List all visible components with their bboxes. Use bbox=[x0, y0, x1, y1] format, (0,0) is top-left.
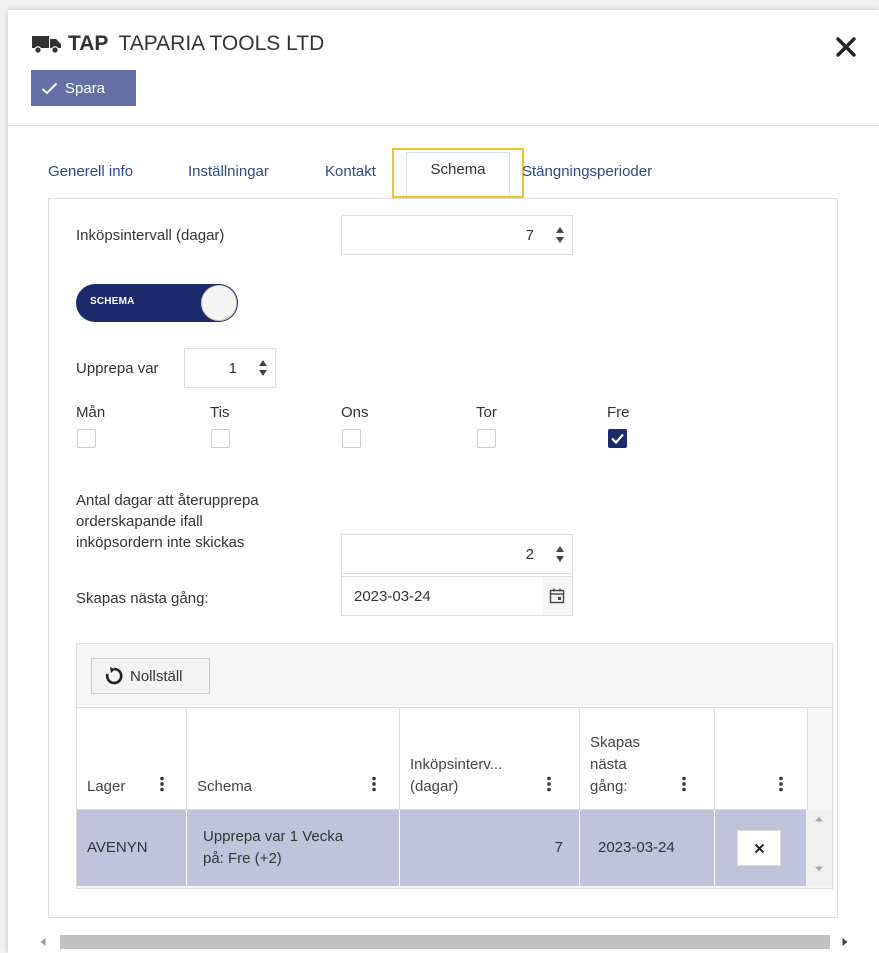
repeat-spinner[interactable] bbox=[249, 349, 275, 387]
grid-toolbar: Nollställ bbox=[77, 644, 832, 708]
retry-value: 2 bbox=[525, 545, 534, 563]
cell-next-date: 2023-03-24 bbox=[580, 810, 715, 886]
column-header-interval[interactable]: Inköpsinterv... (dagar) bbox=[400, 708, 580, 810]
day-label-fri: Fre bbox=[607, 404, 630, 421]
day-label-mon: Mån bbox=[76, 404, 106, 421]
checkbox-fri[interactable] bbox=[608, 429, 627, 448]
save-button-label: Spara bbox=[65, 79, 106, 97]
schedule-toggle-label: SCHEMA bbox=[90, 296, 135, 307]
day-label-tue: Tis bbox=[210, 404, 230, 421]
repeat-value: 1 bbox=[228, 359, 237, 377]
supplier-dialog: TAP TAPARIA TOOLS LTD Spara Generell inf… bbox=[8, 10, 879, 953]
supplier-code: TAP bbox=[68, 32, 109, 55]
schedule-toggle[interactable]: SCHEMA bbox=[76, 284, 238, 322]
tab-closing-periods[interactable]: Stängningsperioder bbox=[522, 158, 652, 198]
column-label-next-date-line-3: gång: bbox=[590, 778, 628, 795]
scroll-up-icon bbox=[815, 816, 823, 822]
cell-schedule: Upprepa var 1 Vecka på: Fre (+2) bbox=[187, 810, 400, 886]
day-label-wed: Ons bbox=[341, 404, 369, 421]
column-label-next-date-line-1: Skapas bbox=[590, 734, 641, 751]
truck-icon bbox=[32, 36, 61, 54]
retry-label-line-1: Antal dagar att återupprepa bbox=[76, 492, 259, 509]
reset-button-label: Nollställ bbox=[130, 667, 183, 685]
checkbox-tue[interactable] bbox=[211, 429, 230, 448]
column-menu-icon[interactable] bbox=[546, 776, 552, 792]
checkmark-icon bbox=[41, 82, 58, 94]
interval-label: Inköpsintervall (dagar) bbox=[76, 227, 225, 244]
tab-settings[interactable]: Inställningar bbox=[188, 158, 269, 198]
spin-arrows-icon bbox=[555, 546, 564, 562]
retry-spinner[interactable] bbox=[546, 535, 572, 573]
column-header-actions[interactable] bbox=[715, 708, 808, 810]
retry-label: Antal dagar att återupprepa orderskapand… bbox=[76, 490, 259, 553]
scroll-left-icon bbox=[40, 938, 46, 946]
cell-warehouse: AVENYN bbox=[77, 810, 187, 886]
tab-contact[interactable]: Kontakt bbox=[325, 158, 376, 198]
schedule-grid: Nollställ Lager Schema Inköpsinterv... (… bbox=[76, 643, 833, 889]
retry-label-line-3: inköpsordern inte skickas bbox=[76, 534, 245, 551]
table-row[interactable]: AVENYN Upprepa var 1 Vecka på: Fre (+2) … bbox=[77, 810, 808, 886]
column-label-schedule: Schema bbox=[197, 778, 253, 795]
column-menu-icon[interactable] bbox=[778, 776, 784, 792]
save-button[interactable]: Spara bbox=[31, 70, 136, 106]
dialog-header: TAP TAPARIA TOOLS LTD Spara bbox=[8, 10, 879, 126]
close-icon[interactable] bbox=[835, 36, 857, 58]
column-label-interval: Inköpsinterv... (dagar) bbox=[410, 754, 502, 798]
calendar-button[interactable] bbox=[542, 577, 572, 615]
day-label-thu: Tor bbox=[476, 404, 497, 421]
checkmark-icon bbox=[611, 433, 624, 445]
checkbox-thu[interactable] bbox=[477, 429, 496, 448]
interval-value: 7 bbox=[525, 226, 534, 244]
next-date-value: 2023-03-24 bbox=[354, 587, 431, 605]
column-label-warehouse: Lager bbox=[87, 778, 126, 795]
column-menu-icon[interactable] bbox=[681, 776, 687, 792]
repeat-input[interactable]: 1 bbox=[184, 348, 276, 388]
dialog-title: TAP TAPARIA TOOLS LTD bbox=[32, 32, 324, 56]
horizontal-scroll-thumb[interactable] bbox=[60, 935, 830, 949]
column-menu-icon[interactable] bbox=[159, 776, 165, 792]
spin-arrows-icon bbox=[555, 227, 564, 243]
column-label-interval-line-1: Inköpsinterv... bbox=[410, 756, 503, 773]
schedule-panel: Inköpsintervall (dagar) 7 SCHEMA Upprepa… bbox=[48, 198, 838, 918]
retry-input[interactable]: 2 bbox=[341, 534, 573, 574]
delete-row-button[interactable] bbox=[737, 830, 781, 866]
cell-schedule-line-1: Upprepa var 1 Vecka bbox=[203, 828, 344, 845]
supplier-name: TAPARIA TOOLS LTD bbox=[118, 32, 325, 55]
toggle-knob bbox=[201, 285, 237, 321]
column-header-next-date[interactable]: Skapas nästa gång: bbox=[580, 708, 715, 810]
column-menu-icon[interactable] bbox=[371, 776, 377, 792]
retry-label-line-2: orderskapande ifall bbox=[76, 513, 203, 530]
cell-interval: 7 bbox=[400, 810, 580, 886]
tab-bar: Generell info Inställningar Kontakt Sche… bbox=[48, 148, 838, 198]
column-header-schedule[interactable]: Schema bbox=[187, 708, 400, 810]
horizontal-scrollbar[interactable] bbox=[32, 931, 848, 953]
column-label-next-date-line-2: nästa bbox=[590, 756, 627, 773]
grid-vertical-scrollbar[interactable] bbox=[806, 810, 832, 886]
next-date-input[interactable]: 2023-03-24 bbox=[341, 576, 573, 616]
tab-schedule[interactable]: Schema bbox=[392, 148, 524, 198]
close-icon bbox=[754, 843, 764, 853]
repeat-label: Upprepa var bbox=[76, 360, 159, 377]
reset-icon bbox=[105, 667, 123, 685]
scroll-down-icon bbox=[815, 866, 823, 872]
grid-header: Lager Schema Inköpsinterv... (dagar) Ska… bbox=[77, 708, 808, 810]
reset-button[interactable]: Nollställ bbox=[91, 658, 210, 694]
cell-actions bbox=[715, 810, 808, 886]
column-label-next-date: Skapas nästa gång: bbox=[590, 732, 640, 798]
column-label-interval-line-2: (dagar) bbox=[410, 778, 459, 795]
column-header-warehouse[interactable]: Lager bbox=[77, 708, 187, 810]
spin-arrows-icon bbox=[258, 360, 267, 376]
interval-spinner[interactable] bbox=[546, 216, 572, 254]
next-date-label: Skapas nästa gång: bbox=[76, 590, 209, 607]
checkbox-mon[interactable] bbox=[77, 429, 96, 448]
checkbox-wed[interactable] bbox=[342, 429, 361, 448]
scroll-right-icon bbox=[842, 938, 848, 946]
tab-general-info[interactable]: Generell info bbox=[48, 158, 133, 198]
calendar-icon bbox=[549, 588, 565, 604]
tab-schedule-label: Schema bbox=[406, 152, 510, 196]
cell-schedule-line-2: på: Fre (+2) bbox=[203, 850, 282, 867]
interval-input[interactable]: 7 bbox=[341, 215, 573, 255]
